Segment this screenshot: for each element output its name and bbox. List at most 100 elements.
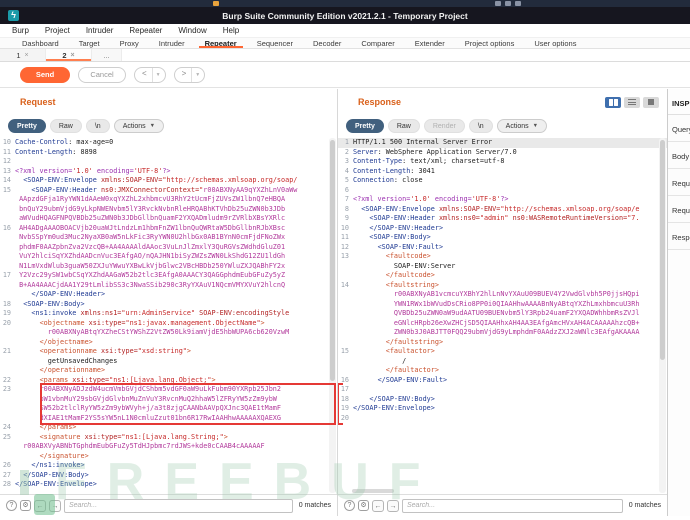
code-line: 13 <?xml version='1.0' encoding='UTF-8'?> <box>0 167 337 177</box>
view-tab-label: \n <box>477 122 484 130</box>
request-editor[interactable]: 10 Cache-Control: max-age=0 11 Content-Leng… <box>0 137 337 494</box>
search-prev-icon[interactable]: ← <box>372 499 384 512</box>
repeater-tab-2[interactable]: 2 × <box>46 49 92 61</box>
burp-suite-window: ϟ Burp Suite Community Edition v2021.2.1… <box>0 0 690 520</box>
back-button[interactable]: < <box>135 68 152 82</box>
inspector-title: INSPECTOR <box>668 89 690 115</box>
help-icon[interactable]: ? <box>344 500 355 511</box>
close-tab-icon[interactable]: × <box>71 52 75 59</box>
menu-item-burp[interactable]: Burp <box>4 26 37 35</box>
back-dropdown-chevron-icon[interactable]: ▼ <box>151 67 165 82</box>
search-next-icon[interactable]: → <box>387 499 399 512</box>
repeater-tab-label: 1 <box>16 50 21 60</box>
code-line: 15 <SOAP-ENV:Header ns0:JMXConnectorCont… <box>0 186 337 196</box>
window-title: Burp Suite Community Edition v2021.2.1 -… <box>222 10 468 21</box>
line-content: aWVudHQAGFNPQVBDb25uZWN0b3JDbGllbnQuamF2… <box>15 214 286 222</box>
view-tab-n[interactable]: \n <box>468 119 493 133</box>
code-line: </SOAP-ENV:Header> <box>0 290 337 300</box>
view-tab-actions[interactable]: Actions ▼ <box>496 119 548 133</box>
menu-item-window[interactable]: Window <box>170 26 214 35</box>
tab-dashboard[interactable]: Dashboard <box>12 38 69 48</box>
response-panel: Response Pretty Raw Render \n Actions ▼ 1 HTTP… <box>338 89 668 516</box>
forward-button[interactable]: > <box>175 68 192 82</box>
line-content: </faultstring> <box>385 337 444 346</box>
forward-dropdown-chevron-icon[interactable]: ▼ <box>191 67 204 82</box>
help-icon[interactable]: ? <box>6 500 17 511</box>
line-content: </params> <box>39 423 77 431</box>
view-tab-actions[interactable]: Actions ▼ <box>113 119 165 133</box>
taskbar-app-icon[interactable] <box>213 1 219 6</box>
gear-icon[interactable]: ⚙ <box>20 500 31 511</box>
response-scrollbar[interactable] <box>659 138 666 493</box>
inspector-section-query-parameters[interactable]: Query Parameters <box>668 115 690 142</box>
cancel-button[interactable]: Cancel <box>78 66 126 83</box>
view-tab-pretty[interactable]: Pretty <box>8 119 46 133</box>
line-number: 11 <box>2 147 11 156</box>
request-scrollbar[interactable] <box>329 138 336 493</box>
line-content: <SOAP-ENV:Envelope xmlns:SOAP-ENV="http:… <box>361 204 640 213</box>
taskbar-tray-icon[interactable] <box>505 1 511 6</box>
response-hscrollbar[interactable] <box>352 489 394 493</box>
menu-item-repeater[interactable]: Repeater <box>121 26 170 35</box>
line-number: 12 <box>2 157 11 165</box>
taskbar-tray-icon[interactable] <box>515 1 521 6</box>
view-tab-pretty[interactable]: Pretty <box>346 119 384 133</box>
repeater-toolbar: Send Cancel < ▼ > ▼ <box>0 62 690 88</box>
line-content: </faultactor> <box>385 366 439 374</box>
layout-columns-icon[interactable] <box>605 96 621 108</box>
tab-repeater[interactable]: Repeater <box>195 38 247 48</box>
line-number <box>0 442 15 452</box>
tab-decoder[interactable]: Decoder <box>303 38 351 48</box>
inspector-section-body-parameters[interactable]: Body Parameters <box>668 142 690 169</box>
tab-extender[interactable]: Extender <box>405 38 455 48</box>
search-next-icon[interactable]: → <box>49 499 61 512</box>
tab-user-options[interactable]: User options <box>524 38 586 48</box>
line-content: </SOAP-ENV:Envelope> <box>15 480 97 488</box>
taskbar-tray-icon[interactable] <box>495 1 501 6</box>
response-viewer[interactable]: 1 HTTP/1.1 500 Internal Server Error 2 Serv… <box>338 137 667 494</box>
forward-button-group[interactable]: > ▼ <box>173 66 206 83</box>
request-search-input[interactable] <box>64 498 293 513</box>
tab-project-options[interactable]: Project options <box>455 38 525 48</box>
menu-item-help[interactable]: Help <box>215 26 247 35</box>
tab-comparer[interactable]: Comparer <box>351 38 404 48</box>
inspector-section-response-headers[interactable]: Response Headers <box>668 223 690 250</box>
line-number: 15 <box>340 347 349 355</box>
inspector-section-request-headers[interactable]: Request Headers <box>668 196 690 223</box>
view-tab-n[interactable]: \n <box>85 119 110 133</box>
line-content: Content-Length: 3041 <box>353 166 435 175</box>
repeater-tab-1[interactable]: 1 × <box>0 49 46 61</box>
tab-intruder[interactable]: Intruder <box>149 38 195 48</box>
line-number <box>0 262 15 272</box>
layout-single-icon[interactable] <box>643 96 659 108</box>
line-number: 7 <box>344 195 349 203</box>
tab-target[interactable]: Target <box>69 38 110 48</box>
line-content: </SOAP-ENV:Header> <box>31 290 106 298</box>
back-button-group[interactable]: < ▼ <box>134 66 166 83</box>
new-tab-button[interactable]: ... <box>92 49 122 61</box>
search-prev-icon[interactable]: ← <box>34 499 46 512</box>
line-content: ZWN0b3J0ABJTT0FQQ29ubmVjdG9yLmphdmF0AAdz… <box>393 328 640 336</box>
line-content: </faultcode> <box>385 271 435 279</box>
view-tab-render[interactable]: Render <box>423 119 465 133</box>
response-search-input[interactable] <box>402 498 623 513</box>
menu-item-intruder[interactable]: Intruder <box>78 26 122 35</box>
tab-proxy[interactable]: Proxy <box>110 38 149 48</box>
close-tab-icon[interactable]: × <box>25 52 29 59</box>
line-number: 21 <box>2 347 11 355</box>
gear-icon[interactable]: ⚙ <box>358 500 369 511</box>
menu-item-project[interactable]: Project <box>37 26 78 35</box>
code-line: 17 Y2Vzc29ySW1wbCSqYXZhdAAGaW52b2tlc3EAf… <box>0 271 337 281</box>
layout-rows-icon[interactable] <box>624 96 640 108</box>
view-tab-raw[interactable]: Raw <box>49 119 82 133</box>
send-button[interactable]: Send <box>20 66 70 83</box>
line-number: 13 <box>340 252 349 260</box>
code-line: aWVudHQAGFNPQVBDb25uZWN0b3JDbGllbnQuamF2… <box>0 214 337 224</box>
line-number: 22 <box>2 375 11 384</box>
inspector-section-request-cookies[interactable]: Request Cookies <box>668 169 690 196</box>
line-content: </SOAP-ENV:Fault> <box>377 375 448 384</box>
code-line: VuY2hlciSqYXZhdAADcnVuc3EAfgAO/nQAJHN1bi… <box>0 252 337 262</box>
line-content: bnQuY29ubmVjdG9yLkpNWENvbm5lY3RvckNvbnRl… <box>15 204 286 213</box>
tab-sequencer[interactable]: Sequencer <box>247 38 303 48</box>
view-tab-raw[interactable]: Raw <box>387 119 420 133</box>
